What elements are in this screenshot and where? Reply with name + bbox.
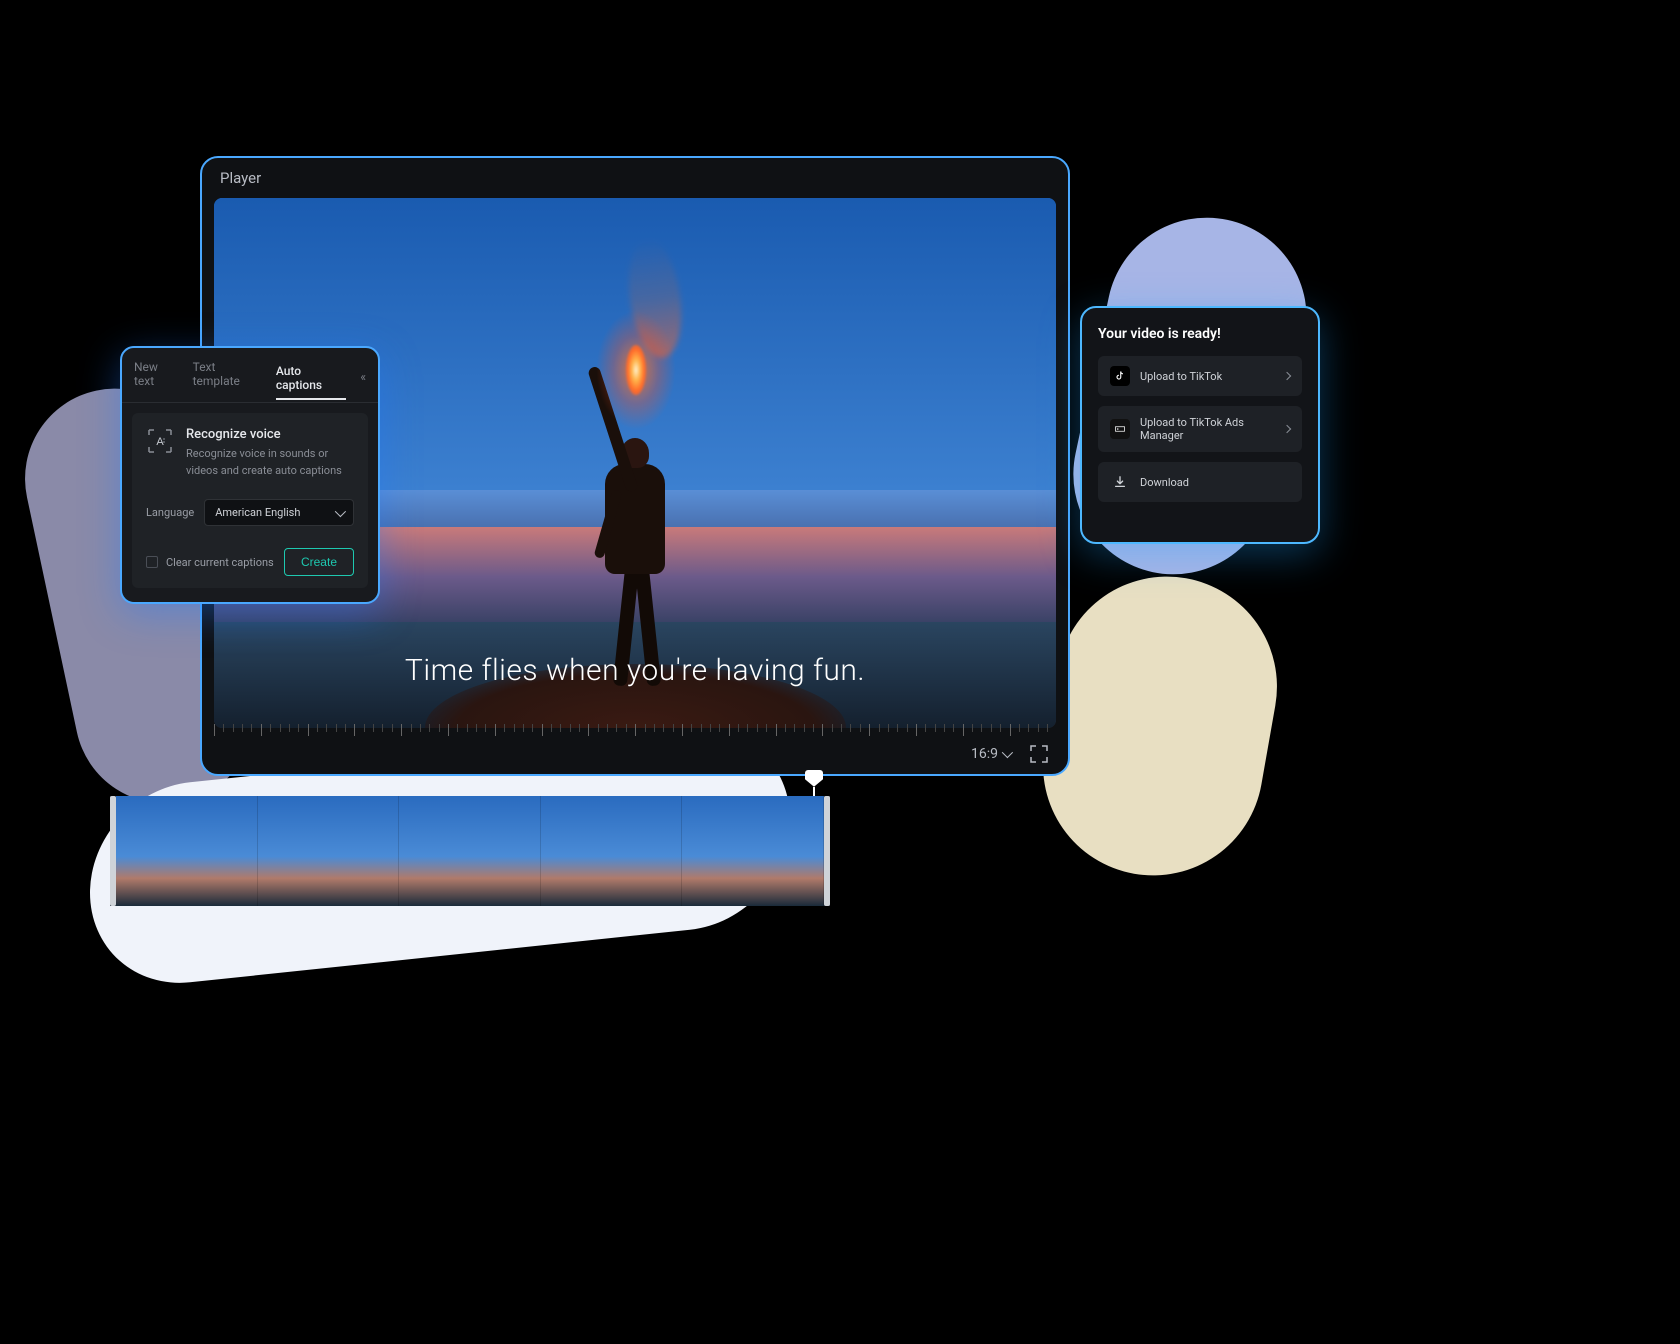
checkbox-icon — [146, 556, 158, 568]
clip-handle-right[interactable] — [824, 796, 830, 906]
aspect-ratio-label: 16:9 — [971, 746, 998, 762]
language-value: American English — [215, 506, 300, 519]
aspect-ratio-selector[interactable]: 16:9 — [971, 746, 1010, 762]
upload-tiktok-ads-button[interactable]: Upload to TikTok Ads Manager — [1098, 406, 1302, 452]
video-caption: Time flies when you're having fun. — [214, 653, 1056, 688]
fullscreen-button[interactable] — [1030, 745, 1048, 763]
chevron-right-icon — [1283, 372, 1291, 380]
chevron-down-icon — [335, 505, 346, 516]
collapse-panel-button[interactable]: « — [360, 370, 366, 384]
export-panel: Your video is ready! Upload to TikTok Up… — [1080, 306, 1320, 544]
timeline-thumbnail[interactable] — [682, 796, 824, 906]
timeline-playhead[interactable] — [804, 770, 824, 796]
timeline-thumbnail[interactable] — [541, 796, 683, 906]
tab-auto-captions[interactable]: Auto captions — [276, 364, 347, 400]
chevron-down-icon — [1002, 747, 1013, 758]
tab-text-template[interactable]: Text template — [193, 360, 262, 394]
recognize-description: Recognize voice in sounds or videos and … — [186, 446, 354, 479]
timeline-thumbnail[interactable] — [116, 796, 258, 906]
download-icon — [1110, 472, 1130, 492]
tiktok-ads-icon — [1110, 419, 1130, 439]
timeline-thumbnail[interactable] — [258, 796, 400, 906]
language-select[interactable]: American English — [204, 499, 354, 526]
clear-captions-checkbox[interactable]: Clear current captions — [146, 556, 274, 569]
video-subject — [555, 368, 715, 688]
flare-icon — [606, 310, 666, 430]
create-button[interactable]: Create — [284, 548, 354, 576]
tab-new-text[interactable]: New text — [134, 360, 179, 394]
recognize-voice-icon: A — [146, 427, 174, 455]
language-label: Language — [146, 506, 194, 519]
clear-captions-label: Clear current captions — [166, 556, 274, 569]
timeline-thumbnail[interactable] — [399, 796, 541, 906]
player-title: Player — [202, 158, 1068, 198]
timeline-clip[interactable] — [110, 796, 830, 906]
export-item-label: Download — [1140, 476, 1290, 489]
upload-tiktok-button[interactable]: Upload to TikTok — [1098, 356, 1302, 396]
export-item-label: Upload to TikTok Ads Manager — [1140, 416, 1274, 442]
export-title: Your video is ready! — [1098, 326, 1302, 342]
export-item-label: Upload to TikTok — [1140, 370, 1274, 383]
recognize-title: Recognize voice — [186, 427, 354, 442]
tiktok-icon — [1110, 366, 1130, 386]
download-button[interactable]: Download — [1098, 462, 1302, 502]
chevron-right-icon — [1283, 425, 1291, 433]
auto-captions-panel: New text Text template Auto captions « A… — [120, 346, 380, 604]
